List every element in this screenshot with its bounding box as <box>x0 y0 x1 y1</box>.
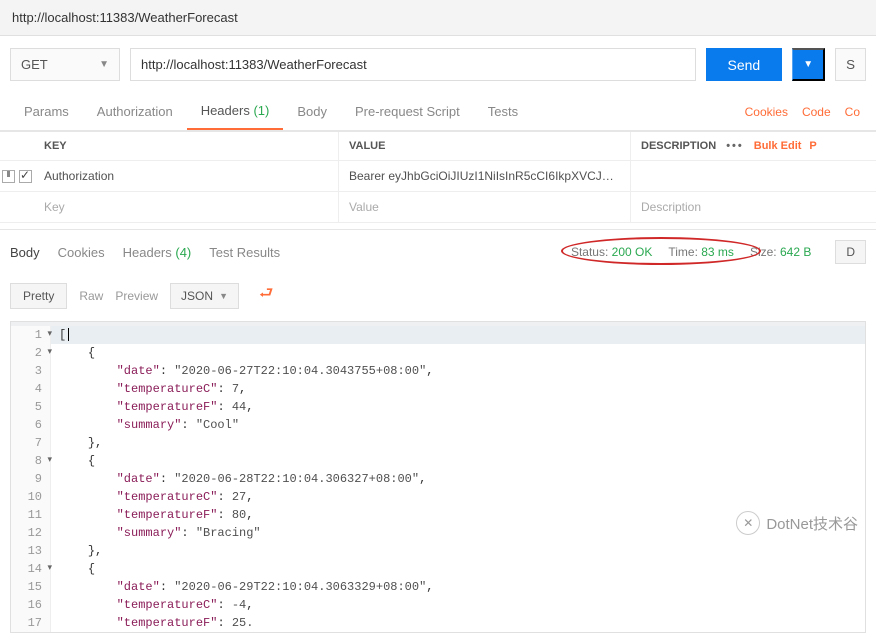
view-pretty-button[interactable]: Pretty <box>10 283 67 309</box>
response-format-select[interactable]: JSON ▼ <box>170 283 239 309</box>
code-line[interactable]: 17 "temperatureF": 25. <box>11 614 865 632</box>
cookies-link[interactable]: Cookies <box>745 105 788 119</box>
http-method-label: GET <box>21 57 48 72</box>
resp-tab-headers[interactable]: Headers (4) <box>123 245 192 260</box>
code-line[interactable]: 11 "temperatureF": 80, <box>11 506 865 524</box>
fold-icon[interactable]: ▾ <box>47 562 52 576</box>
wrap-lines-icon[interactable]: ⮐ <box>251 278 281 313</box>
tab-prerequest[interactable]: Pre-request Script <box>341 94 474 129</box>
request-url-display: http://localhost:11383/WeatherForecast <box>0 0 876 36</box>
send-button[interactable]: Send <box>706 48 783 81</box>
header-value-cell[interactable]: Bearer eyJhbGciOiJIUzI1NiIsInR5cCI6IkpXV… <box>339 161 631 191</box>
view-preview-button[interactable]: Preview <box>115 289 158 303</box>
chevron-down-icon: ▼ <box>219 291 228 301</box>
response-body-editor[interactable]: 1▾[2▾ {3 "date": "2020-06-27T22:10:04.30… <box>10 321 866 633</box>
code-line[interactable]: 2▾ { <box>11 344 865 362</box>
tab-headers[interactable]: Headers (1) <box>187 93 284 130</box>
presets-link[interactable]: P <box>809 140 816 152</box>
tab-authorization[interactable]: Authorization <box>83 94 187 129</box>
code-line[interactable]: 8▾ { <box>11 452 865 470</box>
size-value: 642 B <box>780 245 811 259</box>
response-view-row: Pretty Raw Preview JSON ▼ ⮐ <box>0 270 876 321</box>
table-row-new[interactable]: Key Value Description <box>0 192 876 223</box>
tabs-right-links: Cookies Code Co <box>745 105 866 119</box>
col-key: KEY <box>34 132 339 160</box>
header-value-input[interactable]: Value <box>339 192 631 222</box>
code-line[interactable]: 9 "date": "2020-06-28T22:10:04.306327+08… <box>11 470 865 488</box>
fold-icon[interactable]: ▾ <box>47 328 52 342</box>
code-line[interactable]: 13 }, <box>11 542 865 560</box>
response-meta: Status: 200 OK Time: 83 ms Size: 642 B <box>571 245 821 259</box>
code-line[interactable]: 14▾ { <box>11 560 865 578</box>
headers-table-head: KEY VALUE DESCRIPTION ••• Bulk Edit P <box>0 132 876 161</box>
http-method-select[interactable]: GET ▼ <box>10 48 120 81</box>
header-desc-input[interactable]: Description <box>631 192 876 222</box>
more-icon[interactable]: ••• <box>716 140 754 152</box>
code-line[interactable]: 6 "summary": "Cool" <box>11 416 865 434</box>
code-line[interactable]: 1▾[ <box>11 326 865 344</box>
bulk-edit-link[interactable]: Bulk Edit <box>754 140 810 152</box>
resp-tab-tests[interactable]: Test Results <box>209 245 280 260</box>
code-line[interactable]: 10 "temperatureC": 27, <box>11 488 865 506</box>
tab-tests[interactable]: Tests <box>474 94 532 129</box>
code-line[interactable]: 3 "date": "2020-06-27T22:10:04.3043755+0… <box>11 362 865 380</box>
resp-tab-body[interactable]: Body <box>10 245 40 260</box>
request-builder-row: GET ▼ Send ▼ S <box>0 36 876 93</box>
code-line[interactable]: 5 "temperatureF": 44, <box>11 398 865 416</box>
code-line[interactable]: 4 "temperatureC": 7, <box>11 380 865 398</box>
header-key-cell[interactable]: Authorization <box>34 161 339 191</box>
code-line[interactable]: 7 }, <box>11 434 865 452</box>
drag-handle-icon[interactable] <box>2 170 15 183</box>
code-line[interactable]: 16 "temperatureC": -4, <box>11 596 865 614</box>
fold-icon[interactable]: ▾ <box>47 454 52 468</box>
code-line[interactable]: 12 "summary": "Bracing" <box>11 524 865 542</box>
row-checkbox[interactable] <box>19 170 32 183</box>
fold-icon[interactable]: ▾ <box>47 346 52 360</box>
code-line[interactable]: 15 "date": "2020-06-29T22:10:04.3063329+… <box>11 578 865 596</box>
save-button[interactable]: S <box>835 48 866 81</box>
headers-table: KEY VALUE DESCRIPTION ••• Bulk Edit P Au… <box>0 131 876 223</box>
table-row[interactable]: Authorization Bearer eyJhbGciOiJIUzI1NiI… <box>0 161 876 192</box>
status-value: 200 OK <box>612 245 653 259</box>
col-value: VALUE <box>339 132 631 160</box>
download-button[interactable]: D <box>835 240 866 264</box>
chevron-down-icon: ▼ <box>99 59 109 70</box>
view-raw-button[interactable]: Raw <box>79 289 103 303</box>
col-description: DESCRIPTION ••• Bulk Edit P <box>631 132 876 160</box>
request-tabs: Params Authorization Headers (1) Body Pr… <box>0 93 876 131</box>
resp-tab-cookies[interactable]: Cookies <box>58 245 105 260</box>
header-key-input[interactable]: Key <box>34 192 339 222</box>
time-value: 83 ms <box>701 245 734 259</box>
send-dropdown-button[interactable]: ▼ <box>792 48 825 81</box>
tab-params[interactable]: Params <box>10 94 83 129</box>
request-url-input[interactable] <box>130 48 696 81</box>
header-desc-cell[interactable] <box>631 161 876 191</box>
comments-link[interactable]: Co <box>845 105 860 119</box>
code-link[interactable]: Code <box>802 105 831 119</box>
tab-body[interactable]: Body <box>283 94 341 129</box>
response-bar: Body Cookies Headers (4) Test Results St… <box>0 229 876 270</box>
